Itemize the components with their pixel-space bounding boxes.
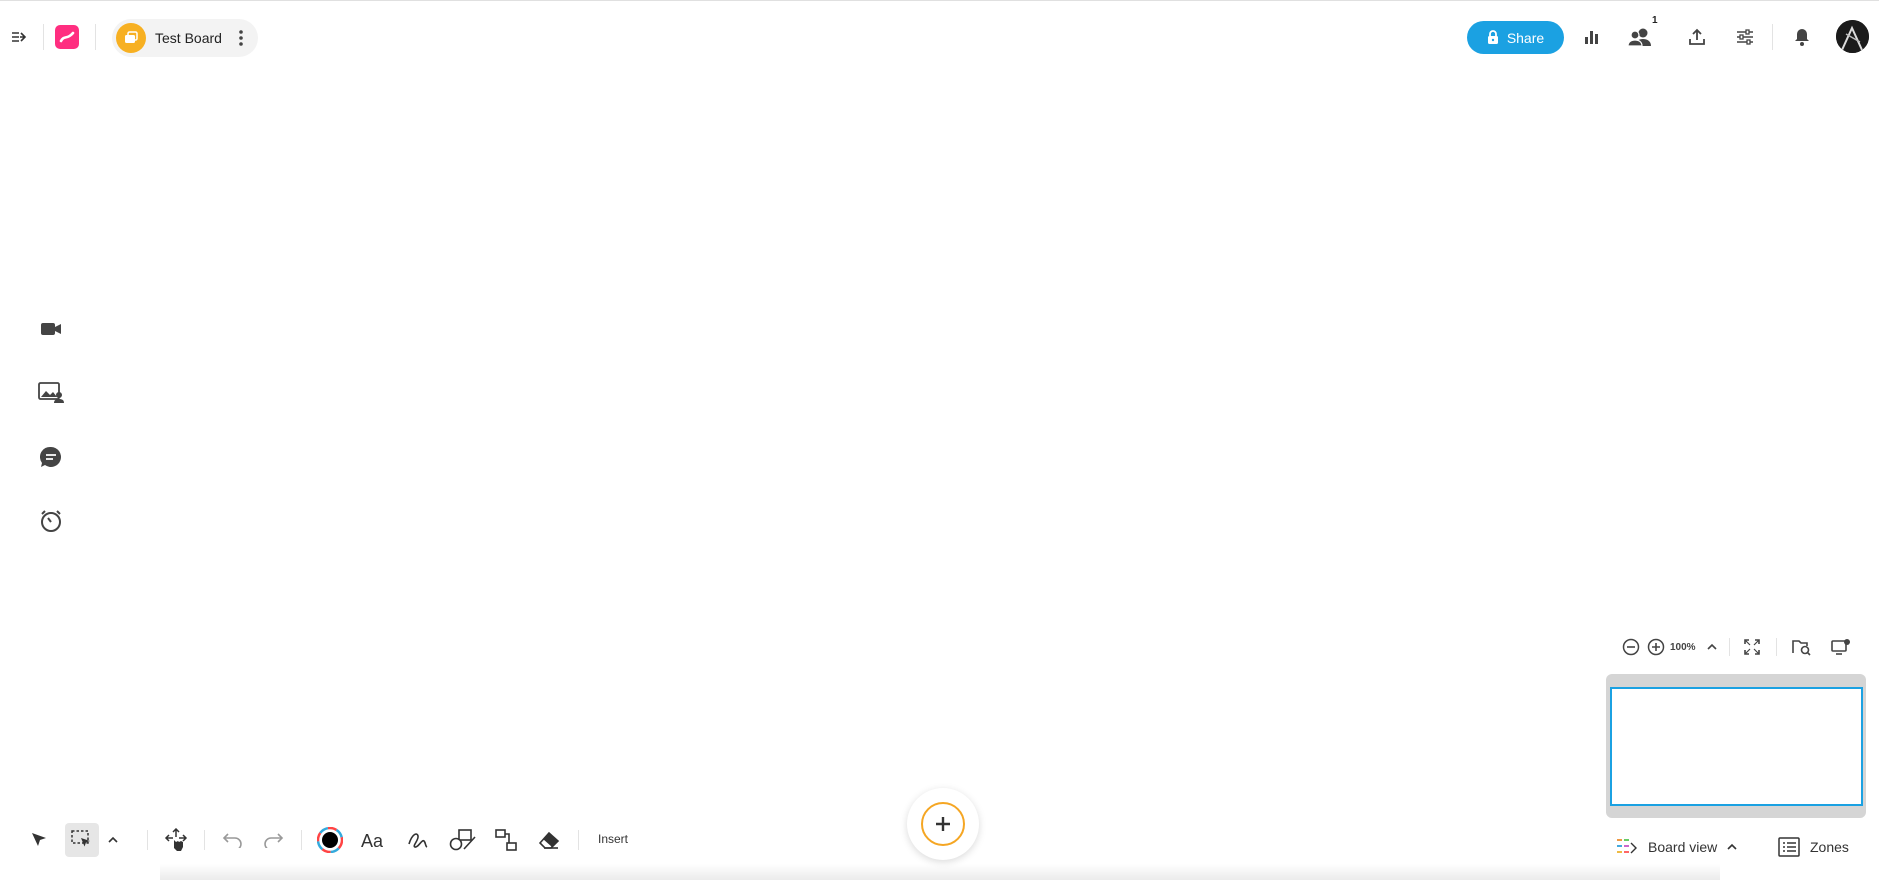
share-label: Share (1506, 29, 1545, 46)
minimap[interactable] (1606, 674, 1866, 818)
chevron-up-icon (1727, 843, 1737, 850)
bell-icon (1795, 29, 1809, 46)
app-logo[interactable] (55, 25, 79, 49)
chevron-up-icon (1707, 643, 1717, 650)
collaborators-count-badge: 1 (1652, 15, 1658, 26)
board-more-button[interactable] (232, 25, 250, 51)
pointer-icon (32, 833, 46, 846)
board-search-button[interactable] (1790, 636, 1812, 658)
toolbar-divider (147, 830, 148, 850)
redo-icon (264, 833, 284, 848)
undo-button[interactable] (216, 823, 250, 857)
zones-label: Zones (1810, 839, 1849, 855)
video-call-button[interactable] (36, 314, 66, 344)
svg-text:Aa: Aa (361, 831, 384, 849)
collaborators-button[interactable] (1626, 23, 1654, 51)
zones-button[interactable]: Zones (1778, 833, 1849, 861)
board-title-pill[interactable]: Test Board (112, 19, 258, 57)
zoom-menu-toggle[interactable] (1701, 636, 1723, 658)
timer-icon (41, 510, 61, 532)
zones-list-icon (1778, 837, 1800, 857)
minimap-viewport[interactable] (1610, 687, 1863, 806)
top-border (0, 0, 1879, 1)
video-icon (41, 323, 61, 335)
header-divider (95, 24, 96, 50)
display-settings-icon (1831, 639, 1850, 655)
presentation-button[interactable] (36, 378, 66, 408)
tool-options-toggle[interactable] (102, 823, 124, 857)
add-content-ring (921, 802, 965, 846)
bar-chart-icon (1585, 31, 1598, 44)
board-title[interactable]: Test Board (155, 30, 222, 46)
users-icon (1627, 28, 1651, 47)
upload-icon (1689, 28, 1705, 45)
fullscreen-button[interactable] (1741, 636, 1763, 658)
image-person-icon (38, 382, 64, 403)
analytics-button[interactable] (1578, 23, 1606, 51)
board-settings-button[interactable] (1731, 23, 1759, 51)
chevron-up-icon (108, 836, 118, 843)
color-wheel-icon (317, 827, 343, 853)
user-avatar[interactable] (1836, 20, 1869, 53)
pan-icon (164, 828, 188, 851)
add-content-button[interactable] (907, 788, 979, 860)
avatar-image (1836, 20, 1869, 53)
toolbar-divider (578, 830, 579, 850)
chat-icon (40, 446, 61, 467)
header-divider (1772, 24, 1773, 50)
insert-menu[interactable]: Insert (598, 832, 628, 846)
pointer-tool[interactable] (22, 823, 56, 857)
sidebar-toggle-icon (12, 32, 27, 42)
timer-button[interactable] (36, 506, 66, 536)
toolbar-divider (204, 830, 205, 850)
fullscreen-icon (1744, 639, 1760, 655)
app-logo-icon (59, 31, 75, 43)
color-picker-tool[interactable] (313, 823, 347, 857)
board-view-label: Board view (1648, 839, 1718, 855)
pen-icon (408, 833, 428, 848)
zoom-divider (1729, 638, 1730, 656)
lock-icon (1487, 30, 1498, 44)
select-area-tool[interactable] (65, 823, 99, 857)
pan-tool[interactable] (159, 823, 193, 857)
zoom-out-button[interactable] (1620, 636, 1642, 658)
shapes-icon (449, 829, 476, 851)
chat-button[interactable] (36, 442, 66, 472)
zoom-divider (1776, 638, 1777, 656)
toolbar-divider (301, 830, 302, 850)
sidebar-toggle-button[interactable] (6, 24, 32, 50)
header-divider (43, 24, 44, 50)
share-button[interactable]: Share (1467, 21, 1564, 54)
text-icon: Aa (361, 831, 384, 849)
display-settings-button[interactable] (1830, 636, 1852, 658)
eraser-icon (538, 831, 560, 849)
select-area-icon (71, 830, 90, 847)
more-vertical-icon (239, 30, 243, 46)
export-button[interactable] (1683, 23, 1711, 51)
zoom-level[interactable]: 100% (1670, 642, 1696, 653)
board-view-toggle[interactable]: Board view (1616, 833, 1737, 861)
board-folder-icon (116, 23, 146, 53)
redo-button[interactable] (256, 823, 290, 857)
board-search-icon (1792, 640, 1811, 656)
sliders-icon (1737, 29, 1753, 45)
plus-icon (936, 817, 950, 831)
zoom-out-icon (1622, 638, 1640, 656)
connector-icon (495, 829, 517, 851)
undo-icon (222, 833, 242, 848)
eraser-tool[interactable] (533, 823, 567, 857)
text-tool[interactable]: Aa (357, 823, 391, 857)
shapes-tool[interactable] (446, 823, 480, 857)
pen-tool[interactable] (401, 823, 435, 857)
zoom-in-icon (1647, 638, 1665, 656)
connector-tool[interactable] (489, 823, 523, 857)
zoom-in-button[interactable] (1645, 636, 1667, 658)
toolbar-shadow (160, 864, 1720, 880)
board-view-icon (1617, 839, 1637, 854)
notifications-button[interactable] (1788, 23, 1816, 51)
